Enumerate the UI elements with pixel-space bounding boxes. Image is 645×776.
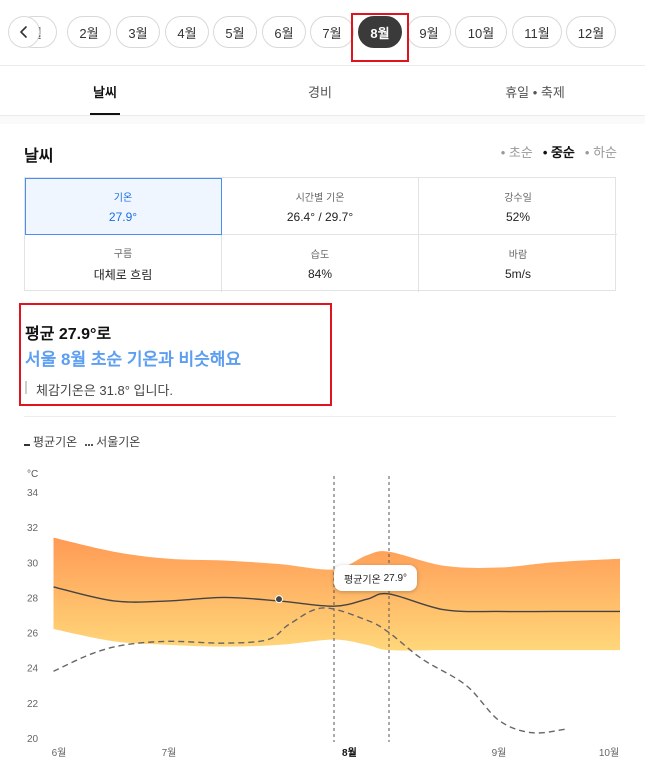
x-tick-label: 7월 (162, 747, 177, 759)
legend-seoul: 서울기온 (85, 433, 140, 450)
month-selector: 1월2월3월4월5월6월7월8월9월10월11월12월 (0, 0, 645, 66)
legend-average: 평균기온 (24, 433, 77, 450)
comparison-summary: 서울 8월 초순 기온과 비슷해요 (25, 350, 242, 369)
stat-hourly-temperature[interactable]: 시간별 기온 26.4° / 29.7° (222, 178, 419, 235)
legend-solid-swatch (24, 444, 30, 446)
period-filter: • 초순 • 중순 • 하순 (501, 142, 617, 161)
y-tick-label: 26 (27, 629, 39, 640)
stat-label: 강수일 (504, 192, 532, 204)
stat-humidity[interactable]: 습도 84% (222, 235, 419, 292)
month-chip-3[interactable]: 3월 (116, 16, 160, 48)
period-early[interactable]: • 초순 (501, 142, 533, 161)
stat-label: 바람 (508, 250, 528, 261)
tooltip-point (275, 595, 283, 604)
stat-label: 습도 (310, 250, 330, 261)
month-chip-10[interactable]: 10월 (455, 16, 507, 48)
y-tick-label: 20 (27, 734, 39, 745)
stat-rain-days[interactable]: 강수일 52% (419, 178, 617, 235)
y-axis-unit: °C (27, 469, 38, 480)
active-tab-indicator (90, 113, 120, 115)
x-tick-label: 9월 (492, 747, 507, 759)
period-late[interactable]: • 하순 (585, 142, 617, 161)
stat-label: 시간별 기온 (295, 192, 345, 204)
y-tick-label: 34 (27, 488, 39, 499)
stat-value: 27.9° (108, 209, 138, 224)
y-tick-label: 24 (27, 664, 39, 675)
month-chip-6[interactable]: 6월 (262, 16, 306, 48)
tab-weather-label: 날씨 (93, 84, 117, 100)
tooltip-label: 평균기온 (344, 574, 381, 586)
stat-wind[interactable]: 바람 5m/s (419, 235, 617, 292)
temperature-chart: °C 20 22 24 26 28 30 32 34 6월 7월 8월 9월 10월 (27, 469, 620, 759)
feels-like-text: 체감기온은 31.8° 입니다. (36, 383, 174, 398)
tooltip-value: 27.9° (383, 572, 408, 584)
stat-value: 대체로 흐림 (93, 267, 153, 282)
x-tick-label: 10월 (599, 747, 619, 759)
month-chip-12[interactable]: 12월 (566, 16, 616, 48)
stat-label: 구름 (113, 248, 133, 260)
stat-label: 기온 (113, 192, 133, 204)
chevron-left-icon (20, 26, 27, 38)
stat-value: 26.4° / 29.7° (286, 209, 354, 224)
stat-value: 5m/s (504, 267, 531, 281)
period-mid[interactable]: • 중순 (543, 142, 575, 161)
y-tick-label: 32 (27, 523, 39, 534)
month-chip-7[interactable]: 7월 (310, 16, 354, 48)
x-tick-label: 8월 (342, 747, 357, 759)
legend-average-label: 평균기온 (33, 435, 78, 449)
month-chip-11[interactable]: 11월 (512, 16, 562, 48)
previous-month-button[interactable] (8, 16, 40, 48)
normal-temperature-band (53, 537, 620, 651)
info-tabs: 날씨 경비 휴일 • 축제 (0, 66, 645, 116)
tab-weather[interactable]: 날씨 (60, 66, 150, 116)
month-chip-2[interactable]: 2월 (67, 16, 111, 48)
stat-clouds[interactable]: 구름 대체로 흐림 (25, 235, 222, 292)
x-tick-label: 6월 (52, 747, 67, 759)
legend-seoul-label: 서울기온 (96, 435, 141, 449)
chart-tooltip: 평균기온 27.9° (334, 565, 418, 591)
feels-like-marker (25, 381, 27, 394)
y-tick-label: 30 (27, 558, 39, 569)
tab-expenses-label: 경비 (308, 84, 332, 100)
weather-stats-grid: 기온 27.9° 시간별 기온 26.4° / 29.7° 강수일 52% 구름… (24, 177, 617, 292)
stat-temperature[interactable]: 기온 27.9° (25, 178, 222, 235)
weather-section-title: 날씨 (24, 148, 54, 165)
tab-holidays-festivals[interactable]: 휴일 • 축제 (480, 66, 590, 116)
section-divider (0, 116, 645, 124)
month-chip-9[interactable]: 9월 (407, 16, 451, 48)
summary-divider (24, 416, 616, 417)
average-temperature-summary: 평균 27.9°로 (25, 326, 112, 343)
month-chip-5[interactable]: 5월 (213, 16, 257, 48)
month-chip-4[interactable]: 4월 (165, 16, 209, 48)
stat-value: 84% (307, 267, 333, 281)
tab-expenses[interactable]: 경비 (275, 66, 365, 116)
y-tick-label: 22 (27, 699, 39, 710)
chart-legend: 평균기온 서울기온 (24, 433, 140, 450)
stat-value: 52% (505, 209, 531, 224)
legend-dashed-swatch (85, 444, 94, 446)
tab-holidays-label: 휴일 • 축제 (505, 84, 565, 100)
month-chip-8[interactable]: 8월 (358, 16, 402, 48)
y-tick-label: 28 (27, 593, 39, 604)
